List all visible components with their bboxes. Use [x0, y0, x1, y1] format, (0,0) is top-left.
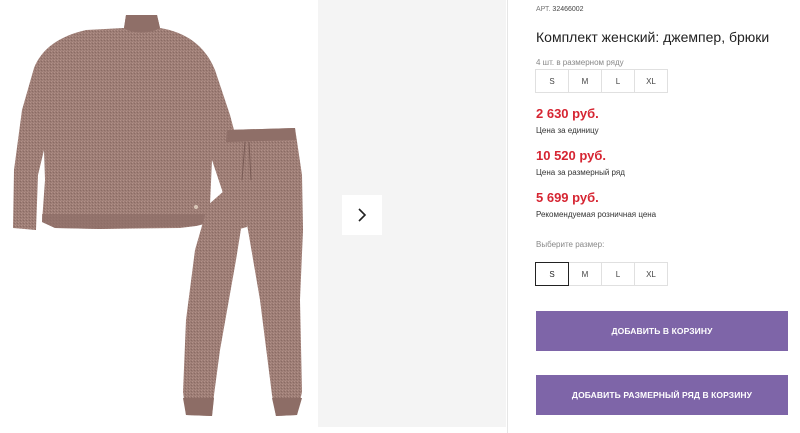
- size-row-l: L: [601, 69, 635, 93]
- gallery-next-button[interactable]: [342, 195, 382, 235]
- size-row-xl: XL: [634, 69, 668, 93]
- product-photo[interactable]: [0, 0, 318, 433]
- size-row-s: S: [535, 69, 569, 93]
- article-value: 32466002: [552, 6, 584, 13]
- add-size-row-to-cart-button[interactable]: ДОБАВИТЬ РАЗМЕРНЫЙ РЯД В КОРЗИНУ: [536, 375, 788, 415]
- column-divider: [507, 0, 508, 433]
- retail-price-label: Рекомендуемая розничная цена: [536, 210, 657, 219]
- size-selector: S M L XL: [535, 262, 668, 286]
- size-option-l[interactable]: L: [601, 262, 635, 286]
- row-price-label: Цена за размерный ряд: [536, 168, 625, 177]
- choose-size-label: Выберите размер:: [536, 240, 605, 249]
- product-title: Комплект женский: джемпер, брюки: [536, 29, 770, 45]
- article-number: АРТ. 32466002: [536, 6, 584, 13]
- row-price: 10 520 руб.: [536, 148, 607, 163]
- size-option-xl[interactable]: XL: [634, 262, 668, 286]
- unit-price-label: Цена за единицу: [536, 126, 599, 135]
- unit-price: 2 630 руб.: [536, 106, 599, 121]
- size-row-list: S M L XL: [535, 69, 668, 93]
- article-label: АРТ.: [536, 6, 551, 13]
- size-row-hint: 4 шт. в размерном ряду: [536, 58, 624, 67]
- product-gallery: [0, 0, 507, 433]
- add-to-cart-button[interactable]: ДОБАВИТЬ В КОРЗИНУ: [536, 311, 788, 351]
- size-option-m[interactable]: M: [568, 262, 602, 286]
- knit-suit-image: [13, 15, 303, 416]
- size-row-m: M: [568, 69, 602, 93]
- retail-price: 5 699 руб.: [536, 190, 599, 205]
- chevron-right-icon: [358, 208, 367, 222]
- size-option-s[interactable]: S: [535, 262, 569, 286]
